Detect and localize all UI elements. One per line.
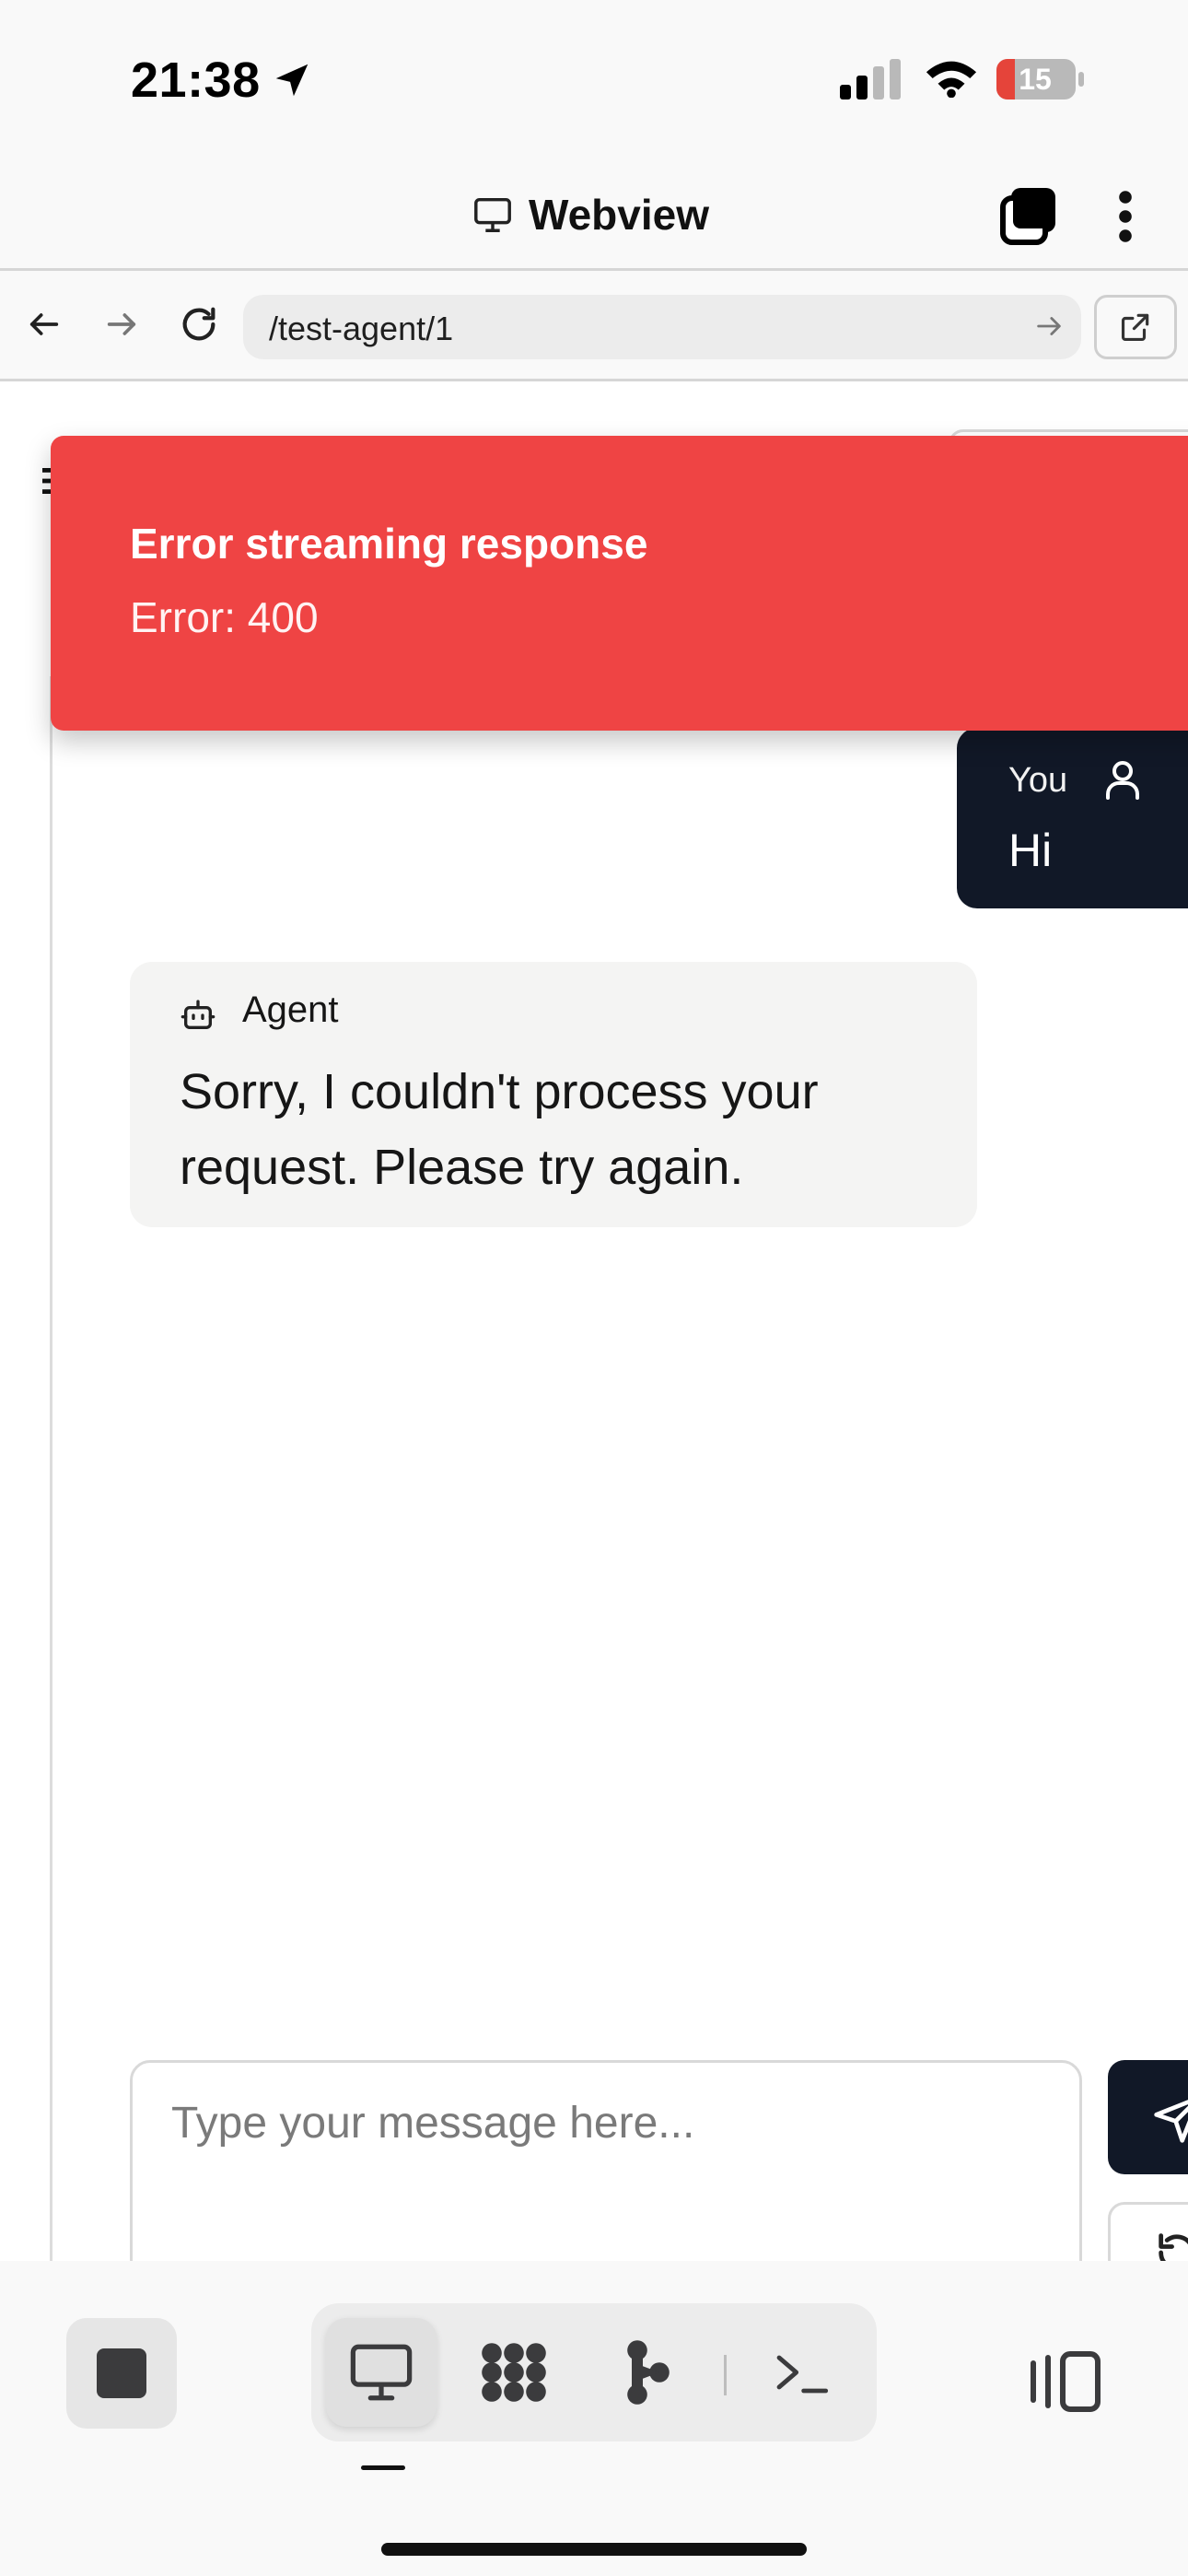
toast-description: Error: 400 <box>130 593 319 641</box>
status-bar: 21:38 15 <box>0 0 1188 157</box>
external-link-icon <box>1121 313 1149 342</box>
mode-branch-button[interactable] <box>593 2318 704 2427</box>
webview-title-group: Webview <box>472 190 709 240</box>
signal-icon <box>840 59 901 100</box>
wifi-icon <box>926 61 977 98</box>
split-view-icon[interactable] <box>1028 2349 1101 2414</box>
home-indicator <box>381 2543 807 2556</box>
user-message-label: You <box>1008 761 1068 800</box>
user-icon <box>1106 761 1139 800</box>
reload-icon <box>182 307 215 341</box>
reset-button[interactable] <box>1108 2202 1188 2261</box>
mode-separator <box>724 2355 727 2395</box>
agent-message-text: Sorry, I couldn't process your request. … <box>180 1064 819 1195</box>
mode-desktop-button[interactable] <box>326 2318 437 2427</box>
send-icon <box>1154 2100 1188 2143</box>
stop-button[interactable] <box>66 2318 177 2429</box>
bot-icon <box>181 1000 215 1029</box>
webview-content: You Hi Agent Sorry, I couldn't process y… <box>0 381 1188 2261</box>
go-arrow-icon[interactable] <box>1033 310 1065 342</box>
toast-title: Error streaming response <box>130 520 648 568</box>
monitor-icon <box>474 197 511 232</box>
url-text: /test-agent/1 <box>269 310 454 347</box>
view-mode-switcher <box>311 2303 877 2441</box>
status-time: 21:38 <box>131 53 261 108</box>
message-input-placeholder: Type your message here... <box>171 2099 695 2148</box>
back-button[interactable] <box>15 295 74 354</box>
message-input[interactable]: Type your message here... <box>130 2060 1082 2261</box>
mode-apps-button[interactable] <box>459 2318 569 2427</box>
forward-arrow-icon <box>107 313 136 335</box>
location-arrow-icon <box>275 64 309 97</box>
reload-button[interactable] <box>169 295 228 354</box>
error-toast[interactable]: Error streaming response Error: 400 <box>51 436 1188 731</box>
terminal-icon <box>776 2355 829 2394</box>
open-external-button[interactable] <box>1094 295 1177 359</box>
back-arrow-icon <box>29 313 59 335</box>
agent-message-label: Agent <box>242 989 339 1030</box>
forward-button[interactable] <box>92 295 151 354</box>
webview-title: Webview <box>529 191 709 239</box>
active-mode-indicator <box>361 2465 405 2470</box>
battery-level: 15 <box>1019 63 1052 96</box>
tabs-icon[interactable] <box>1000 188 1055 245</box>
agent-message: Agent Sorry, I couldn't process your req… <box>130 962 977 1227</box>
user-message-text: Hi <box>1008 825 1053 876</box>
reset-icon <box>1159 2233 1188 2261</box>
sidebar-divider <box>50 676 52 2261</box>
url-input[interactable]: /test-agent/1 <box>243 295 1081 359</box>
user-message: You Hi <box>957 728 1188 908</box>
more-vertical-icon[interactable] <box>1112 188 1138 245</box>
stop-icon <box>97 2348 146 2398</box>
mode-terminal-button[interactable] <box>746 2318 856 2427</box>
branch-icon <box>627 2340 670 2405</box>
desktop-icon <box>350 2344 413 2401</box>
apps-icon <box>482 2343 546 2402</box>
bottom-toolbar <box>0 2261 1188 2576</box>
url-bar: /test-agent/1 <box>0 271 1188 381</box>
send-button[interactable] <box>1108 2060 1188 2174</box>
